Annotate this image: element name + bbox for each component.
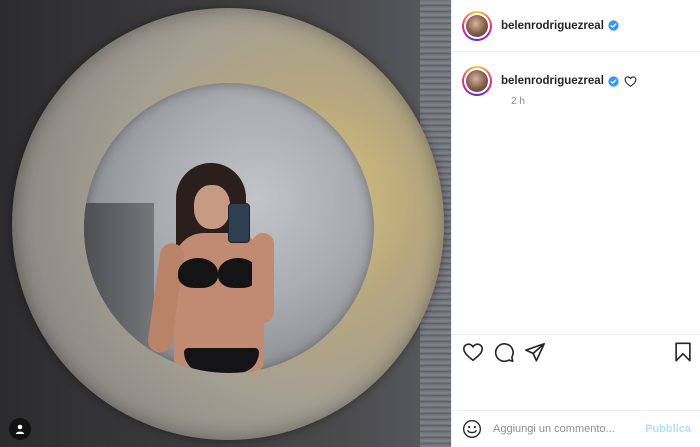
mirror-reflection — [84, 83, 374, 373]
post-header: belenrodriguezreal — [452, 0, 700, 52]
caption-avatar[interactable] — [462, 66, 492, 96]
heart-icon[interactable] — [624, 75, 637, 88]
comment-input[interactable] — [493, 423, 633, 435]
post-time: 2 h — [511, 96, 525, 107]
action-bar — [452, 334, 700, 368]
person-figure — [146, 163, 284, 373]
post-photo[interactable] — [0, 0, 451, 447]
comment-bar: Pubblica — [452, 410, 700, 447]
post-side-panel: belenrodriguezreal belenrodriguezreal 2 … — [451, 0, 700, 447]
publish-button[interactable]: Pubblica — [645, 423, 691, 435]
bookmark-icon[interactable] — [672, 341, 694, 363]
person-icon — [15, 424, 25, 434]
share-icon[interactable] — [524, 341, 546, 363]
caption: belenrodriguezreal 2 h — [462, 66, 692, 107]
avatar[interactable] — [462, 10, 492, 41]
caption-username-link[interactable]: belenrodriguezreal — [501, 75, 604, 87]
comment-icon[interactable] — [493, 341, 515, 363]
verified-badge-icon — [608, 75, 619, 87]
heart-icon[interactable] — [462, 341, 484, 363]
username-link[interactable]: belenrodriguezreal — [501, 20, 604, 32]
verified-badge-icon — [608, 20, 619, 31]
tagged-users-button[interactable] — [9, 418, 31, 440]
phone — [228, 203, 250, 243]
emoji-icon[interactable] — [462, 419, 482, 439]
